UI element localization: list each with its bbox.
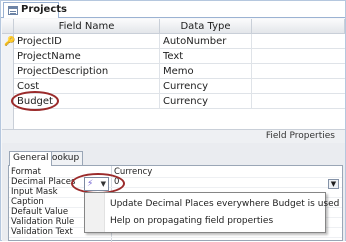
- lightning-icon: ⚡: [87, 179, 94, 189]
- field-properties-label: Field Properties: [265, 131, 335, 141]
- highlight-ellipse-budget: [11, 91, 59, 111]
- chevron-down-icon[interactable]: ▼: [328, 179, 339, 189]
- property-label: Format: [11, 167, 41, 177]
- property-update-options-button[interactable]: ⚡ ▼: [84, 177, 109, 191]
- field-name-cell[interactable]: ProjectID: [14, 34, 160, 49]
- chevron-down-icon: ▼: [100, 180, 106, 188]
- field-name-header: Field Name: [14, 19, 160, 34]
- menu-item-help-propagating[interactable]: Help on propagating field properties: [110, 216, 273, 226]
- table-row-selected[interactable]: Budget Currency: [14, 94, 345, 109]
- property-row-decimal-places[interactable]: Decimal Places 0 ▼: [9, 177, 342, 189]
- property-label: Validation Text: [11, 227, 73, 237]
- menu-item-update-everywhere[interactable]: Update Decimal Places everywhere Budget …: [110, 199, 339, 209]
- property-label: Caption: [11, 197, 44, 207]
- property-label: Input Mask: [11, 187, 58, 197]
- table-row[interactable]: Cost Currency: [14, 79, 345, 94]
- document-tab-strip: Projects: [1, 1, 345, 18]
- property-value[interactable]: Currency: [114, 168, 152, 177]
- field-name-cell[interactable]: ProjectName: [14, 49, 160, 64]
- smart-tag-menu: Update Decimal Places everywhere Budget …: [84, 192, 339, 233]
- field-properties-bar: Field Properties: [2, 129, 345, 143]
- data-type-cell[interactable]: Memo: [160, 64, 252, 79]
- description-header: [252, 19, 345, 34]
- table-row[interactable]: ProjectDescription Memo: [14, 64, 345, 79]
- property-label: Decimal Places: [11, 177, 76, 187]
- data-type-header: Data Type: [160, 19, 252, 34]
- data-type-cell[interactable]: AutoNumber: [160, 34, 252, 49]
- tab-title: Projects: [21, 4, 68, 15]
- field-grid: Field Name Data Type 🔑 ProjectID AutoNum…: [2, 19, 345, 129]
- menu-gutter: [85, 193, 105, 232]
- property-label: Default Value: [11, 207, 69, 217]
- row-selector-header: [2, 19, 14, 34]
- field-name-cell[interactable]: ProjectDescription: [14, 64, 160, 79]
- data-type-cell[interactable]: Currency: [160, 79, 252, 94]
- row-selector-column[interactable]: [2, 34, 14, 129]
- tab-general[interactable]: General: [9, 151, 53, 166]
- table-row[interactable]: ProjectID AutoNumber: [14, 34, 345, 49]
- table-icon: [8, 6, 18, 15]
- table-row[interactable]: ProjectName Text: [14, 49, 345, 64]
- table-design-window: Projects Field Name Data Type 🔑 ProjectI…: [0, 0, 346, 242]
- data-type-cell[interactable]: Text: [160, 49, 252, 64]
- data-type-cell[interactable]: Currency: [160, 94, 252, 109]
- property-label: Validation Rule: [11, 217, 75, 227]
- tab-projects[interactable]: Projects: [3, 2, 67, 18]
